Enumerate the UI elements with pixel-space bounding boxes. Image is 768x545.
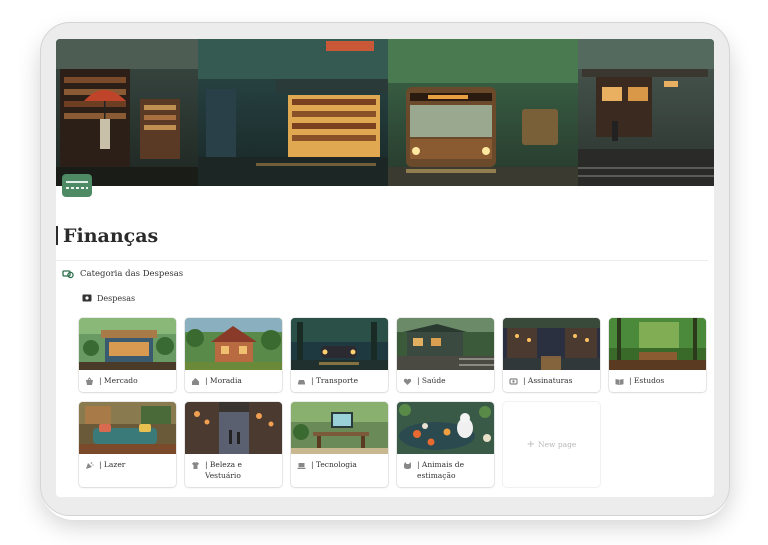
- new-page-button[interactable]: + New page: [503, 402, 600, 487]
- card-label: | Saúde: [417, 376, 446, 385]
- open-book-icon: [615, 379, 624, 385]
- card-animais-estimacao[interactable]: | Animais de estimação: [397, 402, 494, 487]
- card-label: | Estudos: [629, 376, 665, 385]
- party-icon: [86, 462, 94, 469]
- page-title: Finanças: [56, 225, 158, 247]
- card-lazer[interactable]: | Lazer: [79, 402, 176, 487]
- card-mercado[interactable]: | Mercado: [79, 318, 176, 392]
- card-label: | Moradia: [205, 376, 242, 385]
- card-thumbnail: [503, 318, 600, 370]
- card-label: | Beleza e Vestuário: [205, 460, 242, 480]
- plus-icon: +: [526, 439, 536, 450]
- section-title: Categoria das Despesas: [80, 269, 184, 279]
- card-caption: | Lazer: [85, 460, 171, 471]
- card-caption: | Moradia: [191, 376, 277, 387]
- card-thumbnail: [397, 402, 494, 454]
- card-label: | Lazer: [99, 460, 126, 469]
- card-label: | Assinaturas: [523, 376, 573, 385]
- card-thumbnail: [609, 318, 706, 370]
- card-caption: | Mercado: [85, 376, 171, 387]
- page-title-text: Finanças: [63, 225, 159, 247]
- card-caption: | Estudos: [615, 376, 701, 387]
- card-caption: | Saúde: [403, 376, 489, 387]
- money-exchange-icon: [62, 270, 74, 279]
- database-title: Despesas: [97, 293, 136, 303]
- laptop-icon: [297, 463, 306, 469]
- card-caption: | Beleza e Vestuário: [191, 460, 277, 481]
- credit-card-icon[interactable]: [62, 174, 92, 197]
- new-page-label: New page: [538, 440, 577, 449]
- subscriptions-icon: [509, 378, 518, 385]
- card-tecnologia[interactable]: | Tecnologia: [291, 402, 388, 487]
- card-transporte[interactable]: | Transporte: [291, 318, 388, 392]
- card-moradia[interactable]: | Moradia: [185, 318, 282, 392]
- card-thumbnail: [397, 318, 494, 370]
- title-divider: [56, 260, 708, 261]
- heart-hands-icon: [403, 378, 412, 385]
- card-label: | Mercado: [99, 376, 138, 385]
- page-cover[interactable]: [56, 39, 714, 186]
- card-caption: | Assinaturas: [509, 376, 595, 387]
- card-saude[interactable]: | Saúde: [397, 318, 494, 392]
- shirt-icon: [192, 462, 199, 469]
- card-estudos[interactable]: | Estudos: [609, 318, 706, 392]
- card-beleza-vestuario[interactable]: | Beleza e Vestuário: [185, 402, 282, 487]
- notion-page: Finanças Categoria das Despesas Despesas…: [56, 39, 714, 497]
- card-assinaturas[interactable]: | Assinaturas: [503, 318, 600, 392]
- database-view-header[interactable]: Despesas: [82, 291, 135, 305]
- card-thumbnail: [79, 318, 176, 370]
- card-label: | Animais de estimação: [417, 460, 465, 480]
- card-thumbnail: [79, 402, 176, 454]
- car-icon: [298, 380, 305, 385]
- section-header[interactable]: Categoria das Despesas: [62, 266, 183, 282]
- cover-image: [56, 39, 714, 186]
- card-label: | Transporte: [311, 376, 359, 385]
- wallet-icon: [82, 294, 92, 302]
- card-thumbnail: [185, 402, 282, 454]
- card-thumbnail: [291, 318, 388, 370]
- card-thumbnail: [291, 402, 388, 454]
- shopping-basket-icon: [86, 377, 93, 385]
- dog-icon: [404, 462, 411, 469]
- house-icon: [192, 378, 199, 385]
- card-label: | Tecnologia: [311, 460, 357, 469]
- card-caption: | Tecnologia: [297, 460, 383, 471]
- card-caption: | Transporte: [297, 376, 383, 387]
- card-caption: | Animais de estimação: [403, 460, 489, 481]
- card-thumbnail: [185, 318, 282, 370]
